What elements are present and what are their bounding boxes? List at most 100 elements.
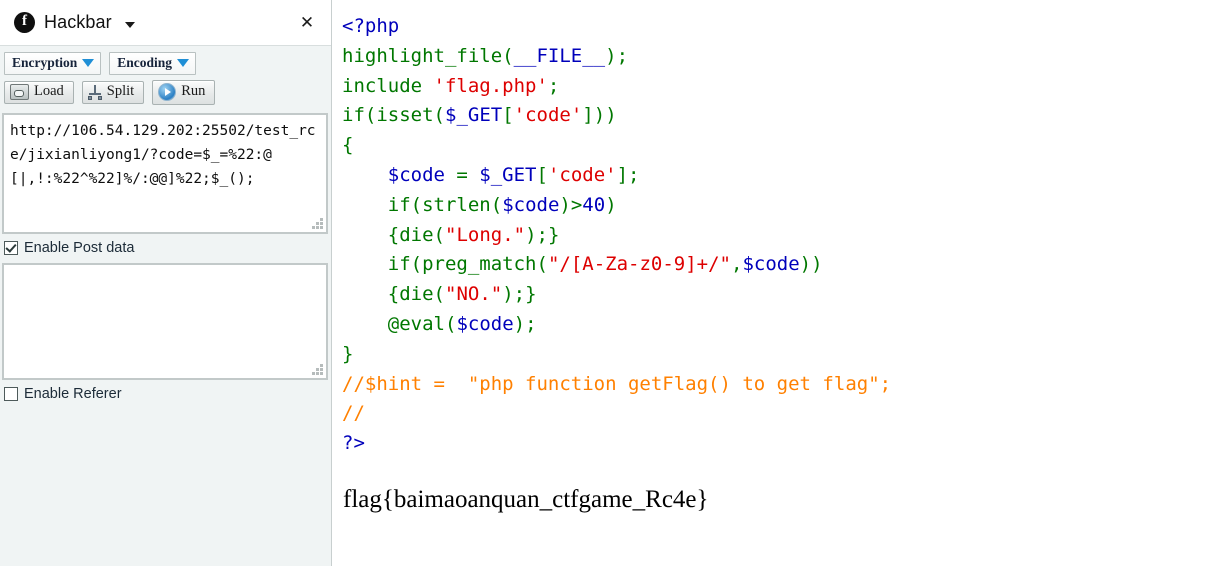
encryption-dropdown[interactable]: Encryption <box>4 52 102 76</box>
code-token: $code <box>742 253 800 276</box>
code-token: // <box>342 402 365 425</box>
code-token: )) <box>593 104 617 127</box>
code-token: ( <box>410 253 423 276</box>
code-token: ) <box>605 193 617 216</box>
url-input[interactable]: http://106.54.129.202:25502/test_rce/jix… <box>2 113 328 235</box>
code-token: strlen <box>422 193 491 216</box>
code-token: preg_match <box>422 253 537 276</box>
code-token: , <box>730 253 743 276</box>
encryption-dropdown-label: Encryption <box>12 55 78 70</box>
run-button-label: Run <box>181 83 206 100</box>
code-token: ( <box>364 104 377 127</box>
code-token: )) <box>799 253 823 276</box>
run-button[interactable]: Run <box>152 80 216 106</box>
post-field-wrap <box>0 260 331 381</box>
code-token: if <box>342 104 365 127</box>
code-token: } <box>342 342 354 365</box>
post-data-input[interactable] <box>2 263 328 381</box>
run-icon <box>158 83 177 102</box>
code-token: ( <box>444 312 457 335</box>
app-root: f Hackbar ✕ Encryption Encoding Load Spl… <box>0 0 1213 566</box>
code-token: @ <box>387 312 400 335</box>
code-token: { <box>387 283 400 306</box>
checkbox-box-icon <box>4 241 18 256</box>
code-token: die <box>399 283 434 306</box>
code-token: = <box>456 163 480 186</box>
panel-title: Hackbar <box>44 12 112 32</box>
code-token: ] <box>582 104 594 127</box>
flag-output: flag{baimaoanquan_ctfgame_Rc4e} <box>343 485 709 513</box>
hackbar-toolbar: Encryption Encoding Load Split Run <box>0 46 331 106</box>
hackbar-brand[interactable]: f Hackbar <box>14 12 135 33</box>
code-token: [ <box>502 104 514 127</box>
url-field-wrap: http://106.54.129.202:25502/test_rce/jix… <box>0 110 331 235</box>
code-token: ( <box>410 193 423 216</box>
code-token: $code <box>502 193 560 216</box>
code-token: { <box>342 134 354 157</box>
enable-referer-checkbox[interactable]: Enable Referer <box>0 380 331 406</box>
code-token: );} <box>525 223 560 246</box>
code-token: die <box>399 223 434 246</box>
enable-post-data-checkbox[interactable]: Enable Post data <box>0 234 331 260</box>
hackbar-logo-glyph: f <box>22 13 27 29</box>
code-token: { <box>387 223 400 246</box>
code-token: isset <box>376 104 434 127</box>
code-token: ; <box>547 74 560 97</box>
close-icon[interactable]: ✕ <box>293 9 321 37</box>
code-token: include <box>342 74 434 97</box>
code-token: ; <box>616 44 629 67</box>
split-button[interactable]: Split <box>81 81 145 105</box>
code-token: highlight_file <box>342 44 503 67</box>
load-button[interactable]: Load <box>4 81 74 105</box>
split-icon <box>87 84 102 100</box>
code-token: eval <box>399 312 445 335</box>
code-token: //$hint = "php function getFlag() to get… <box>342 372 892 395</box>
code-token: 'flag.php' <box>433 74 548 97</box>
code-token: __FILE__ <box>513 44 606 67</box>
code-token: if <box>387 193 411 216</box>
code-token: $code <box>456 312 514 335</box>
code-token: ( <box>433 223 445 246</box>
code-token: $code <box>387 163 457 186</box>
load-icon <box>10 84 29 101</box>
hackbar-panel: f Hackbar ✕ Encryption Encoding Load Spl… <box>0 0 332 566</box>
checkbox-box-icon <box>4 387 18 402</box>
code-token: "NO." <box>445 283 503 306</box>
toolbar-row-actions: Load Split Run <box>4 80 331 106</box>
code-token: ] <box>616 163 629 186</box>
post-textarea-holder <box>2 263 329 381</box>
code-token: ; <box>628 163 640 186</box>
load-button-label: Load <box>34 83 64 100</box>
code-token: 'code' <box>547 163 617 186</box>
code-token: "Long." <box>445 223 526 246</box>
code-token: $_GET <box>445 104 503 127</box>
code-token: if <box>387 253 411 276</box>
code-token: );} <box>502 283 537 306</box>
code-token: )> <box>559 193 583 216</box>
code-token: <?php <box>342 15 400 37</box>
code-token: 40 <box>582 193 606 216</box>
split-button-label: Split <box>106 83 135 100</box>
code-token: ) <box>513 312 526 335</box>
code-token: ( <box>490 193 503 216</box>
php-source-panel: <?php highlight_file(__FILE__); include … <box>332 0 1213 566</box>
code-token: ; <box>525 312 537 335</box>
code-token: ( <box>536 253 548 276</box>
chevron-down-icon <box>177 59 190 68</box>
code-token: "/[A-Za-z0-9]+/" <box>547 253 731 276</box>
php-source-code: <?php highlight_file(__FILE__); include … <box>342 12 1213 459</box>
code-token: [ <box>536 163 548 186</box>
chevron-down-icon <box>82 59 95 68</box>
code-token: ( <box>502 44 514 67</box>
encoding-dropdown[interactable]: Encoding <box>109 52 197 76</box>
code-token: ) <box>605 44 617 67</box>
code-token: ( <box>433 104 445 127</box>
chevron-down-icon[interactable] <box>124 21 135 28</box>
panel-titlebar: f Hackbar ✕ <box>0 0 331 46</box>
